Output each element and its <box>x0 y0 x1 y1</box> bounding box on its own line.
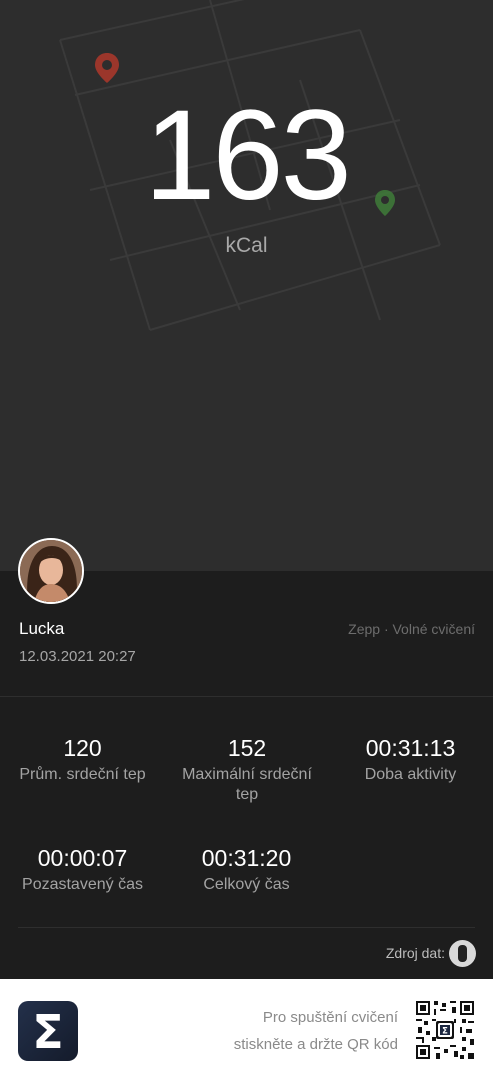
stat-avg-heart-rate: 120 Prům. srdeční tep <box>0 734 165 785</box>
map-hero: 163 kCal <box>0 0 493 571</box>
watch-icon <box>449 940 476 967</box>
stat-value: 00:00:07 <box>37 845 128 871</box>
avatar[interactable] <box>18 538 84 604</box>
stat-value: 00:31:20 <box>201 845 292 871</box>
divider <box>18 927 475 928</box>
footer-line-2: stiskněte a držte QR kód <box>233 1036 398 1053</box>
calories-value: 163 <box>144 84 352 227</box>
stat-total-time: 00:31:20 Celkový čas <box>164 844 329 895</box>
divider <box>0 696 493 697</box>
user-name: Lucka <box>19 619 65 638</box>
stat-max-heart-rate: 152 Maximální srdeční tep <box>164 734 330 805</box>
data-source-label: Zdroj dat: <box>385 945 445 961</box>
stat-label: Celkový čas <box>203 876 290 893</box>
stat-value: 152 <box>227 735 267 761</box>
stat-label: Maximální srdeční tep <box>182 766 312 803</box>
stat-active-time: 00:31:13 Doba aktivity <box>328 734 493 785</box>
stat-value: 120 <box>63 735 102 761</box>
sigma-logo-icon: Σ <box>18 1001 78 1061</box>
svg-text:Σ: Σ <box>442 1026 448 1036</box>
source-app-label: Zepp · Volné cvičení <box>348 621 475 637</box>
stat-paused-time: 00:00:07 Pozastavený čas <box>0 844 165 895</box>
stat-label: Pozastavený čas <box>22 876 143 893</box>
start-pin-icon <box>95 53 119 83</box>
footer-line-1: Pro spuštění cvičení <box>262 1009 398 1026</box>
qr-code-icon[interactable]: Σ <box>416 1001 474 1059</box>
stat-label: Prům. srdeční tep <box>19 766 146 783</box>
stat-value: 00:31:13 <box>365 735 456 761</box>
avatar-photo-icon <box>20 540 82 602</box>
workout-date: 12.03.2021 20:27 <box>19 648 136 665</box>
stat-label: Doba aktivity <box>364 766 457 783</box>
calories-unit: kCal <box>225 234 268 257</box>
